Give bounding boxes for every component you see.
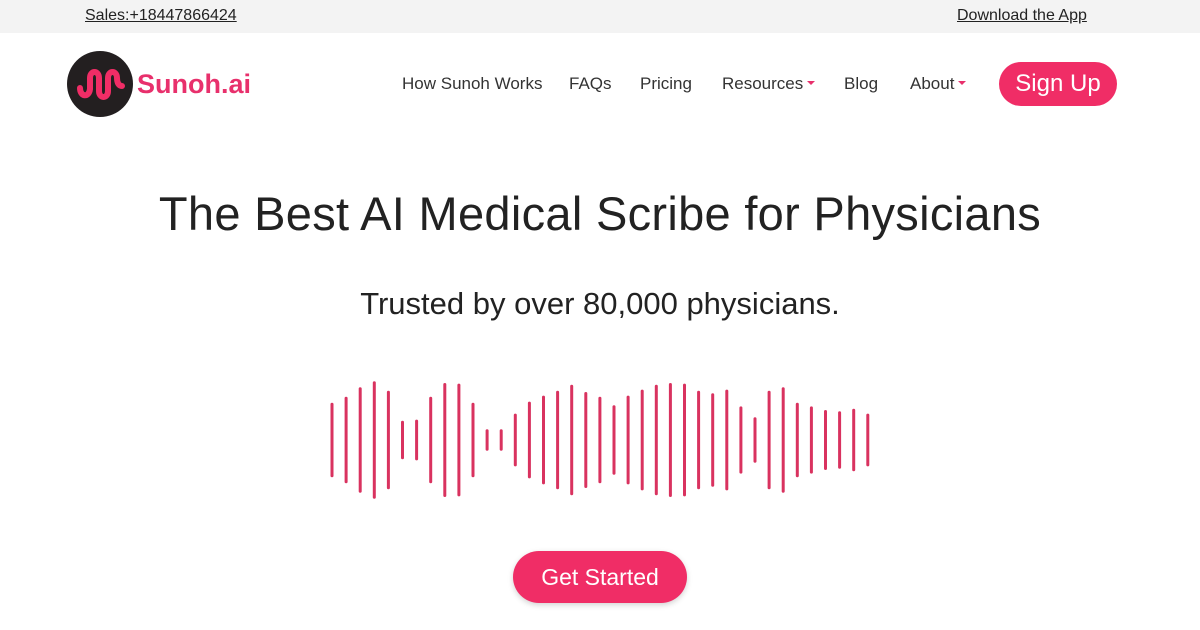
waveform-bar: [527, 401, 531, 479]
waveform-bar: [471, 402, 475, 478]
waveform-bar: [401, 420, 404, 460]
waveform-bar: [499, 429, 503, 451]
waveform-bar: [358, 387, 362, 493]
caret-down-icon: [807, 80, 816, 85]
waveform-bar: [781, 387, 785, 493]
caret-down-icon: [958, 80, 967, 85]
nav-item-faqs[interactable]: FAQs: [569, 74, 612, 94]
nav-item-label: FAQs: [569, 74, 612, 93]
sales-phone-link[interactable]: Sales:+18447866424: [85, 7, 237, 25]
waveform-bar: [584, 392, 588, 488]
waveform-bar: [429, 396, 433, 484]
waveform-bar: [513, 413, 517, 467]
waveform-bar: [485, 429, 489, 451]
waveform-bar: [457, 383, 461, 497]
waveform-bar: [330, 402, 334, 478]
sign-up-button[interactable]: Sign Up: [999, 62, 1117, 106]
waveform-bar: [824, 410, 827, 470]
nav-item-label: Pricing: [640, 74, 692, 93]
waveform-bar: [542, 395, 545, 485]
page-title: The Best AI Medical Scribe for Physician…: [158, 187, 1042, 240]
waveform-bar: [556, 390, 560, 490]
get-started-button[interactable]: Get Started: [513, 551, 687, 603]
waveform-bar: [626, 395, 630, 485]
waveform-bar: [683, 383, 686, 497]
waveform-bar: [795, 402, 799, 478]
waveform-bar: [654, 384, 658, 496]
audio-waveform-graphic: [330, 381, 870, 499]
download-app-link[interactable]: Download the App: [957, 7, 1087, 25]
waveform-bar: [598, 396, 602, 484]
waveform-bar: [838, 411, 842, 469]
top-bar: Sales:+18447866424 Download the App: [0, 0, 1200, 33]
waveform-bar: [866, 413, 870, 467]
waveform-bar: [767, 390, 771, 490]
waveform-bar: [443, 383, 447, 497]
nav-item-label: About: [910, 74, 955, 93]
nav-item-label: How Sunoh Works: [402, 74, 543, 93]
waveform-bar: [852, 408, 856, 472]
waveform-bar: [739, 406, 743, 474]
waveform-bar: [344, 396, 348, 484]
nav-item-label: Blog: [844, 74, 879, 93]
nav-item-pricing[interactable]: Pricing: [640, 74, 692, 94]
nav-item-label: Resources: [722, 74, 804, 93]
waveform-bar: [386, 390, 390, 490]
waveform-bar: [668, 383, 672, 497]
waveform-bar: [711, 393, 715, 487]
waveform-bar: [612, 405, 616, 475]
waveform-bar: [415, 419, 419, 461]
waveform-bar: [725, 389, 729, 491]
waveform-bar: [809, 406, 813, 474]
nav-item-about[interactable]: About: [910, 74, 967, 94]
waveform-bar: [697, 390, 701, 490]
nav-item-blog[interactable]: Blog: [844, 74, 878, 94]
hero-subtitle: Trusted by over 80,000 physicians.: [360, 286, 840, 321]
nav-item-how-sunoh-works[interactable]: How Sunoh Works: [402, 74, 542, 94]
waveform-bar: [372, 381, 376, 499]
waveform-bar: [640, 389, 644, 491]
waveform-bar: [570, 384, 574, 496]
nav-item-resources[interactable]: Resources: [722, 74, 816, 94]
waveform-bar: [753, 417, 757, 463]
